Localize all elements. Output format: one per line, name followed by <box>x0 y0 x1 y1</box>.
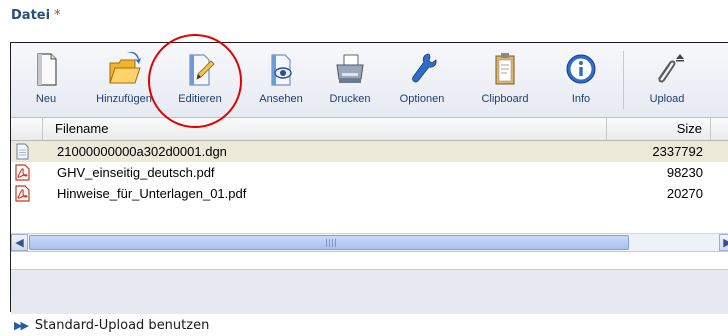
file-table-header: Filename Size <box>11 118 728 141</box>
wrench-icon <box>412 53 437 83</box>
options-button[interactable]: Optionen <box>393 47 451 113</box>
file-name: Hinweise_für_Unterlagen_01.pdf <box>57 186 247 201</box>
scrollbar-grip <box>326 239 338 247</box>
add-button[interactable]: Hinzufügen <box>83 47 165 113</box>
add-button-label: Hinzufügen <box>96 93 152 105</box>
required-marker: * <box>54 8 61 23</box>
view-eye-icon <box>271 54 292 86</box>
scroll-left-button[interactable]: ◀ <box>11 234 28 251</box>
document-icon <box>16 143 29 160</box>
edit-button[interactable]: Editieren <box>171 47 229 113</box>
file-size: 20270 <box>666 186 703 201</box>
new-button[interactable]: Neu <box>23 47 69 113</box>
view-button-label: Ansehen <box>259 93 303 105</box>
upload-button-label: Upload <box>649 93 685 105</box>
edit-pencil-icon <box>189 54 215 86</box>
standard-upload-label: Standard-Upload benutzen <box>34 318 210 333</box>
clipboard-button[interactable]: Clipboard <box>473 47 537 113</box>
view-button[interactable]: Ansehen <box>255 47 307 113</box>
print-button[interactable]: Drucken <box>323 47 377 113</box>
paperclip-upload-icon <box>658 54 684 83</box>
file-size: 98230 <box>666 165 703 180</box>
section-title-text: Datei <box>11 8 51 23</box>
double-arrow-icon: ▶▶ <box>14 319 29 332</box>
clipboard-icon <box>495 53 515 85</box>
file-size: 2337792 <box>652 144 703 159</box>
open-folder-icon <box>109 51 141 84</box>
toolbar-separator <box>623 51 624 109</box>
header-icon-column <box>11 118 43 140</box>
new-file-icon <box>37 53 57 86</box>
print-button-label: Drucken <box>329 93 371 105</box>
info-button[interactable]: Info <box>561 47 601 113</box>
scrollbar-thumb[interactable] <box>29 235 629 250</box>
pdf-icon <box>15 185 30 202</box>
standard-upload-link[interactable]: ▶▶ Standard-Upload benutzen <box>14 318 209 333</box>
info-button-label: Info <box>571 93 591 105</box>
info-icon <box>566 54 596 84</box>
table-row[interactable]: GHV_einseitig_deutsch.pdf 98230 <box>11 162 728 183</box>
file-panel: Neu Hinzufügen Editieren Ansehen Drucken… <box>10 42 728 314</box>
edit-button-label: Editieren <box>178 93 222 105</box>
toolbar: Neu Hinzufügen Editieren Ansehen Drucken… <box>11 43 728 118</box>
clipboard-button-label: Clipboard <box>481 93 529 105</box>
file-list: 21000000000a302d0001.dgn 2337792 GHV_ein… <box>11 141 728 204</box>
panel-status-bar <box>11 269 728 314</box>
section-title: Datei * <box>11 8 61 23</box>
options-button-label: Optionen <box>399 93 445 105</box>
file-name: 21000000000a302d0001.dgn <box>57 144 227 159</box>
file-name: GHV_einseitig_deutsch.pdf <box>57 165 215 180</box>
horizontal-scrollbar[interactable]: ◀ ▶ <box>11 233 728 252</box>
new-button-label: Neu <box>35 93 57 105</box>
upload-button[interactable]: Upload <box>641 47 693 113</box>
printer-icon <box>336 54 364 83</box>
table-row[interactable]: Hinweise_für_Unterlagen_01.pdf 20270 <box>11 183 728 204</box>
pdf-icon <box>15 164 30 181</box>
scroll-right-button[interactable]: ▶ <box>719 234 728 251</box>
header-size[interactable]: Size <box>607 118 711 140</box>
header-filename[interactable]: Filename <box>43 118 607 140</box>
table-row[interactable]: 21000000000a302d0001.dgn 2337792 <box>11 141 728 162</box>
